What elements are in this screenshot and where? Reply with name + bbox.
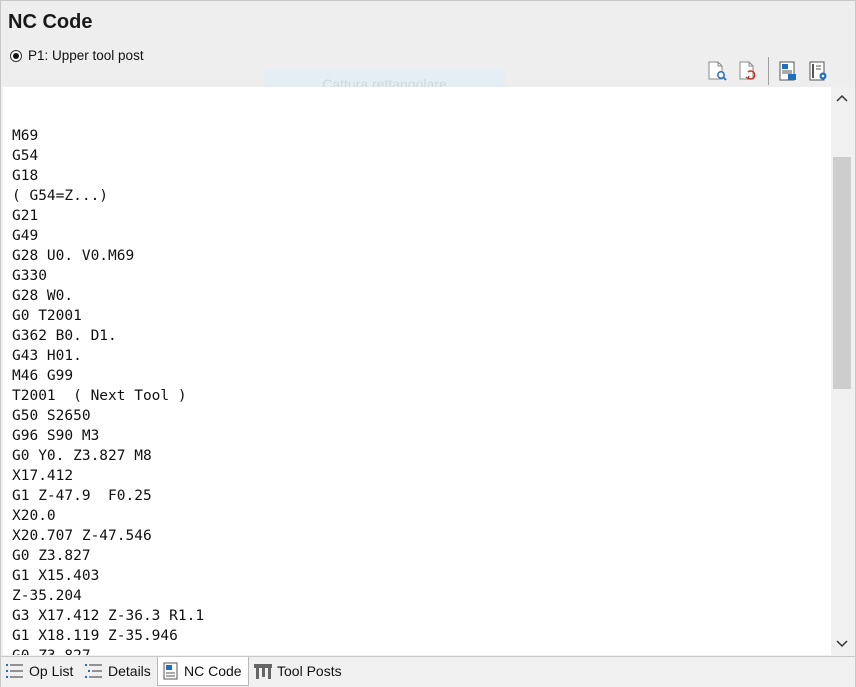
code-line[interactable]: G1 X18.119 Z-35.946: [12, 626, 178, 646]
code-line[interactable]: G0 T2001: [12, 306, 82, 326]
code-line[interactable]: G1 X15.403: [12, 566, 99, 586]
code-line[interactable]: G330: [12, 266, 47, 286]
code-line[interactable]: G18: [12, 166, 38, 186]
code-line[interactable]: G3 X17.412 Z-36.3 R1.1: [12, 606, 204, 626]
tab-details[interactable]: Details: [84, 657, 151, 685]
nc-code-editor[interactable]: M69 G54 G18( G54=Z...) G21 G49 G28 U0. V0.M69…: [3, 87, 831, 655]
code-line[interactable]: G0 Z3.827: [12, 646, 91, 655]
scroll-up-icon[interactable]: [831, 88, 853, 108]
code-line[interactable]: T2001 ( Next Tool ): [12, 386, 187, 406]
tab-label: Details: [108, 663, 151, 679]
code-line[interactable]: ( G54=Z...): [12, 186, 108, 206]
radio-label: P1: Upper tool post: [28, 48, 144, 63]
nc-code-icon: [163, 662, 178, 680]
find-icon[interactable]: [706, 60, 728, 82]
tab-label: NC Code: [184, 663, 242, 679]
replace-icon[interactable]: [737, 60, 759, 82]
code-line[interactable]: M46 G99: [12, 366, 73, 386]
panel-title: NC Code: [8, 11, 93, 33]
code-line[interactable]: G28 U0. V0.M69: [12, 246, 134, 266]
code-line[interactable]: G54: [12, 146, 38, 166]
code-line[interactable]: G21: [12, 206, 38, 226]
tool-posts-icon: [254, 664, 272, 679]
code-line[interactable]: G28 W0.: [12, 286, 73, 306]
properties-icon[interactable]: [807, 60, 829, 82]
nc-code-panel: NC Code P1: Upper tool post Cattura rett…: [0, 0, 856, 687]
code-line[interactable]: X17.412: [12, 466, 73, 486]
code-line[interactable]: Z-35.204: [12, 586, 82, 606]
code-line[interactable]: G362 B0. D1.: [12, 326, 117, 346]
code-line[interactable]: X20.0: [12, 506, 56, 526]
code-line[interactable]: G43 H01.: [12, 346, 82, 366]
code-line[interactable]: G49: [12, 226, 38, 246]
code-line[interactable]: G1 Z-47.9 F0.25: [12, 486, 152, 506]
code-line[interactable]: G0 Z3.827: [12, 546, 91, 566]
bottom-tab-bar: Op List Details NC Code Tool Posts: [1, 656, 855, 687]
tab-nc-code[interactable]: NC Code: [157, 657, 249, 686]
radio-button[interactable]: [10, 49, 22, 62]
tab-op-list[interactable]: Op List: [5, 657, 73, 685]
code-line[interactable]: G0 Y0. Z3.827 M8: [12, 446, 152, 466]
list-icon: [6, 664, 23, 678]
tab-tool-posts[interactable]: Tool Posts: [253, 657, 342, 685]
code-line[interactable]: M69: [12, 126, 38, 146]
details-icon: [85, 664, 102, 678]
scroll-down-icon[interactable]: [831, 634, 853, 654]
vertical-scrollbar[interactable]: [831, 87, 853, 655]
tab-label: Tool Posts: [277, 663, 342, 679]
panel-header: NC Code P1: Upper tool post Cattura rett…: [1, 1, 855, 95]
scrollbar-thumb[interactable]: [833, 157, 851, 389]
nc-settings-icon[interactable]: [777, 60, 799, 82]
tab-label: Op List: [29, 663, 74, 679]
toolbar-separator: [768, 57, 769, 85]
code-line[interactable]: G50 S2650: [12, 406, 91, 426]
tool-post-radio[interactable]: P1: Upper tool post: [10, 48, 144, 63]
code-line[interactable]: G96 S90 M3: [12, 426, 99, 446]
code-line[interactable]: X20.707 Z-47.546: [12, 526, 152, 546]
